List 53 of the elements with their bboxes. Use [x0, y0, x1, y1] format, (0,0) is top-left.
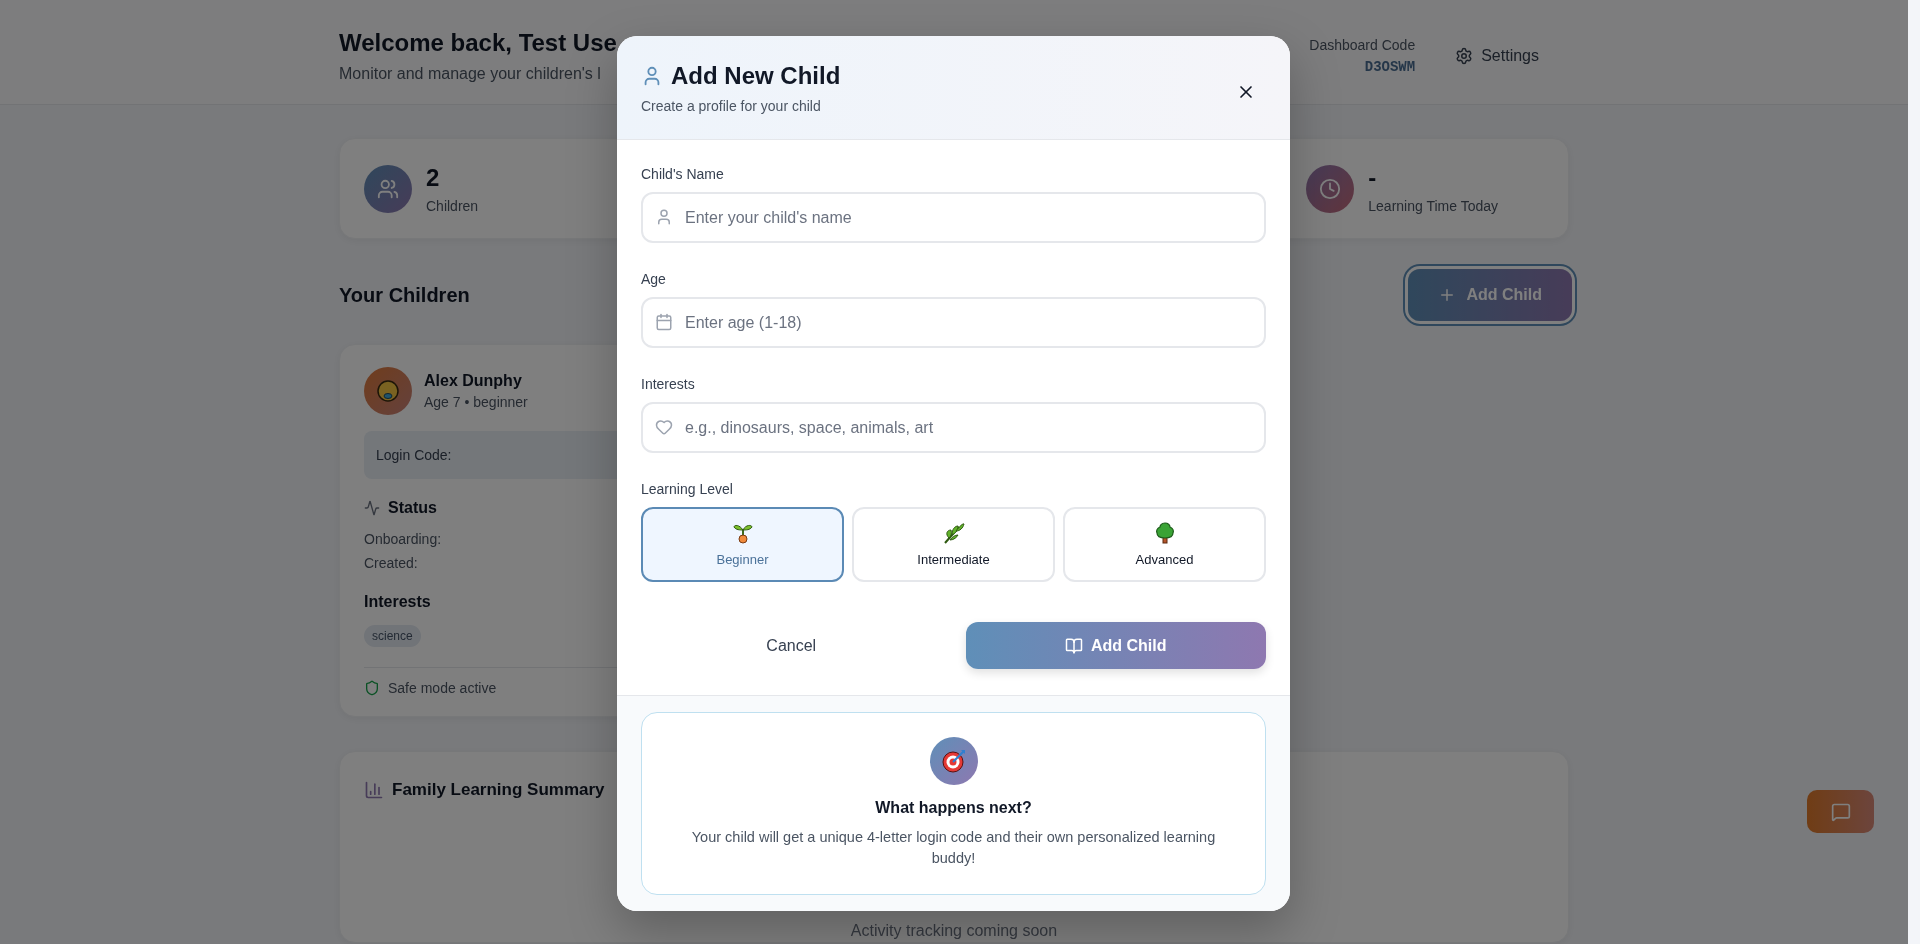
pulse-icon	[364, 500, 380, 516]
field-label: Interests	[641, 376, 696, 392]
field-label: Child's Name	[641, 166, 725, 182]
section-title: Your Children	[339, 283, 470, 307]
input-field[interactable]: e.g., dinosaurs, space, animals, art	[641, 402, 1266, 453]
baby-icon	[376, 379, 400, 403]
level-option[interactable]: Beginner	[641, 507, 844, 582]
page-title: Welcome back, Test Use	[339, 29, 617, 57]
settings-button[interactable]: Settings	[1455, 43, 1539, 69]
settings-icon	[1455, 47, 1474, 65]
shield-icon	[364, 680, 380, 696]
stat-label: Learning Time Today	[1368, 197, 1498, 214]
level-option[interactable]: Intermediate	[852, 507, 1055, 582]
field-label: Age	[641, 271, 667, 287]
safe-mode-text: Safe mode active	[388, 680, 497, 696]
info-title: What happens next?	[875, 799, 1032, 817]
interests-title: Interests	[364, 593, 432, 611]
field-label: Learning Level	[641, 481, 734, 497]
child-meta: Age 7 • beginner	[424, 394, 528, 410]
status-label: Created:	[364, 555, 419, 571]
child-name: Alex Dunphy	[424, 372, 523, 390]
status-label: Onboarding:	[364, 531, 443, 547]
sprout-icon	[732, 522, 753, 544]
info-text: Your child will get a unique 4-letter login code and their own personalized learning buddy!	[690, 828, 1217, 868]
modal-subtitle: Create a profile for your child	[641, 97, 822, 114]
input-field[interactable]: Enter your child's name	[641, 192, 1266, 243]
cancel-button[interactable]: Cancel	[641, 622, 942, 669]
dashboard-code: D3OSWM	[1364, 59, 1416, 75]
stat-label: Children	[426, 197, 479, 214]
add-child-button[interactable]: Add Child	[965, 622, 1266, 669]
target-icon	[940, 748, 967, 774]
people-icon	[364, 164, 412, 213]
dashboard-code-label: Dashboard Code	[1309, 37, 1416, 53]
status-title: Status	[388, 499, 437, 517]
leaf-icon	[942, 522, 965, 544]
page-subtitle: Monitor and manage your children's l	[339, 65, 602, 83]
heart-icon	[655, 418, 673, 436]
modal-title: Add New Child	[671, 61, 841, 90]
book-icon	[1064, 636, 1083, 655]
summary-title: Family Learning Summary	[392, 780, 605, 800]
input-field[interactable]: Enter age (1-18)	[641, 297, 1266, 348]
chat-button[interactable]	[1807, 790, 1874, 833]
bar-chart-icon	[364, 780, 384, 800]
login-code-label: Login Code:	[376, 447, 452, 463]
summary-message: Activity tracking coming soon	[850, 922, 1058, 940]
stat-value: -	[1368, 163, 1378, 192]
calendar-icon	[655, 313, 673, 331]
user-icon	[655, 208, 673, 226]
interest-tag: science	[364, 625, 421, 647]
tree-icon	[1154, 522, 1175, 544]
stat-value: 2	[426, 163, 441, 192]
level-option[interactable]: Advanced	[1063, 507, 1266, 582]
chat-icon	[1830, 801, 1851, 822]
